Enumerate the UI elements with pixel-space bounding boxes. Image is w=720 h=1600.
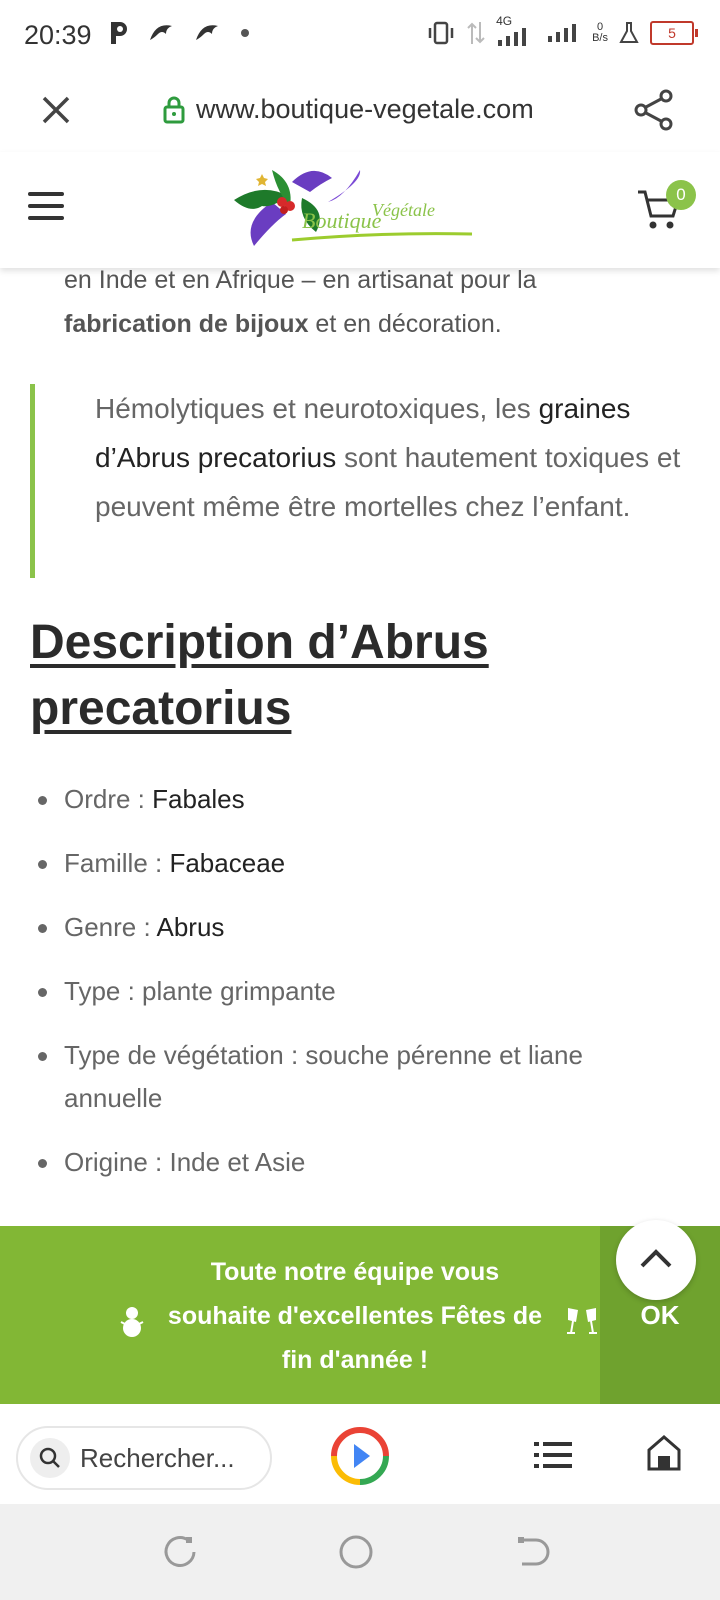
list-item: Genre : Abrus — [36, 906, 676, 949]
list-item-label: Origine : Inde et Asie — [64, 1147, 306, 1177]
status-bar: 20:39 4G 0 B/s 5 — [0, 0, 720, 72]
list-item-label: Famille : — [64, 848, 170, 878]
list-item: Type de végétation : souche pérenne et l… — [36, 1034, 676, 1120]
site-logo[interactable]: Boutique Végétale — [232, 162, 482, 258]
bird-icon — [150, 25, 172, 40]
list-item-value: Abrus — [156, 912, 225, 942]
menu-icon[interactable] — [28, 192, 64, 222]
description-list: Ordre : Fabales Famille : Fabaceae Genre… — [36, 778, 676, 1205]
address-field[interactable]: www.boutique-vegetale.com — [162, 94, 534, 125]
list-item-label: Genre : — [64, 912, 157, 942]
banner-line-1: Toute notre équipe vous — [210, 1258, 500, 1286]
intro-rest: et en décoration. — [308, 310, 502, 338]
list-item-label: Type : plante grimpante — [64, 976, 336, 1006]
list-item-label: Ordre : — [64, 784, 153, 814]
battery-icon: 5 — [650, 21, 698, 45]
search-icon — [30, 1438, 70, 1478]
snowman-icon — [120, 1307, 144, 1337]
list-item: Type : plante grimpante — [36, 970, 676, 1013]
section-heading: Description d’Abrus precatorius — [30, 616, 489, 735]
intro-line: en Inde et en Afrique – en artisanat pou… — [64, 266, 537, 294]
p-icon — [111, 22, 127, 44]
share-icon[interactable] — [632, 88, 676, 132]
recent-apps-icon[interactable] — [162, 1534, 198, 1570]
status-time: 20:39 — [24, 20, 92, 50]
url-bar: www.boutique-vegetale.com — [0, 72, 720, 153]
scroll-top-button[interactable] — [616, 1220, 696, 1300]
search-placeholder: Rechercher... — [80, 1442, 235, 1473]
intro-paragraph: en Inde et en Afrique – en artisanat pou… — [64, 258, 684, 346]
status-right-icons: 4G 0 B/s 5 — [426, 14, 698, 48]
data-arrows-icon — [467, 22, 485, 44]
list-item-value: Fabales — [152, 784, 245, 814]
url-text: www.boutique-vegetale.com — [196, 94, 534, 124]
list-item-label: Type de végétation : souche pérenne et l… — [64, 1040, 583, 1113]
chevron-up-icon — [640, 1249, 672, 1268]
close-icon[interactable] — [36, 90, 76, 130]
blockquote: Hémolytiques et neurotoxiques, les grain… — [30, 384, 685, 578]
net-speed: 0 B/s — [592, 22, 608, 44]
quote-text: Hémolytiques et neurotoxiques, les grain… — [95, 384, 685, 531]
signal-icon — [548, 24, 577, 42]
notification-icons — [108, 20, 250, 46]
flask-icon — [619, 22, 639, 43]
system-nav-bar — [0, 1504, 720, 1600]
vibrate-icon — [428, 21, 454, 45]
list-icon[interactable] — [534, 1440, 572, 1470]
lock-icon — [163, 96, 185, 123]
play-icon[interactable] — [330, 1426, 390, 1486]
list-item-value: Fabaceae — [169, 848, 286, 878]
intro-bold: fabrication de bijoux — [64, 310, 309, 338]
banner-line-2: souhaite d'excellentes Fêtes de — [167, 1302, 543, 1330]
list-item: Origine : Inde et Asie — [36, 1141, 676, 1184]
site-header: Boutique Végétale — [0, 152, 720, 268]
cart-count-badge: 0 — [666, 180, 696, 210]
signal-icon — [498, 28, 527, 46]
banner-line-3: fin d'année ! — [281, 1346, 429, 1374]
bird-icon — [196, 25, 218, 40]
dot-icon — [241, 29, 249, 37]
network-type: 4G — [496, 14, 536, 48]
list-item: Ordre : Fabales — [36, 778, 676, 821]
logo-text-vegetale: Végétale — [372, 200, 435, 220]
list-item: Famille : Fabaceae — [36, 842, 676, 885]
back-icon[interactable] — [514, 1534, 550, 1570]
quote-part-1: Hémolytiques et neurotoxiques, les — [95, 393, 539, 424]
net-speed-unit: B/s — [592, 32, 608, 44]
home-button-icon[interactable] — [338, 1534, 374, 1570]
banner-message: Toute notre équipe vous souhaite d'excel… — [150, 1250, 560, 1382]
browser-bottom-bar: Rechercher... — [0, 1404, 720, 1504]
champagne-glasses-icon — [567, 1308, 597, 1334]
home-icon[interactable] — [646, 1434, 682, 1472]
search-box[interactable]: Rechercher... — [16, 1426, 272, 1490]
logo-text-boutique: Boutique — [302, 208, 382, 233]
holiday-banner: Toute notre équipe vous souhaite d'excel… — [0, 1226, 720, 1404]
